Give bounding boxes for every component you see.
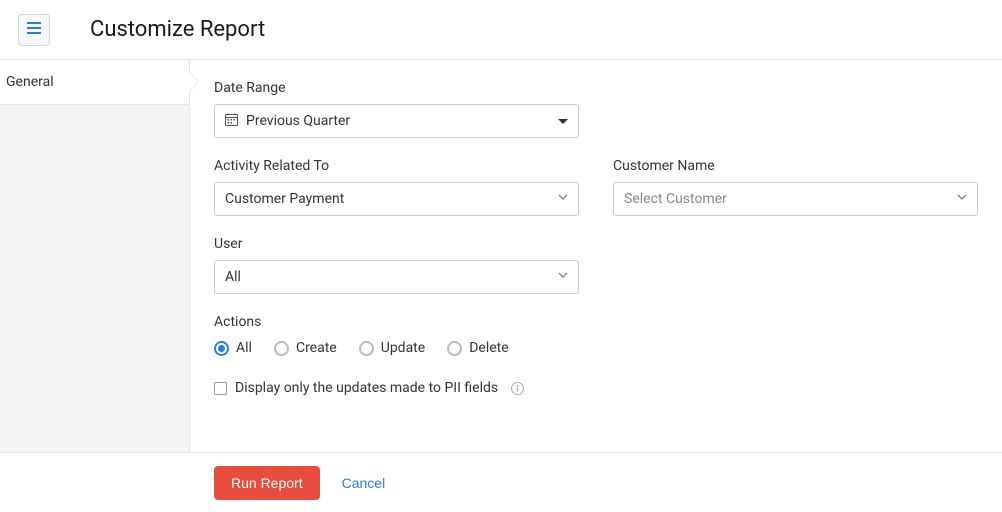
activity-label: Activity Related To <box>214 158 579 174</box>
calendar-icon <box>225 113 238 130</box>
chevron-down-icon <box>558 272 568 282</box>
field-date-range: Date Range Previous Quarter <box>214 80 579 138</box>
pii-checkbox-label: Display only the updates made to PII fie… <box>235 380 498 396</box>
run-report-button[interactable]: Run Report <box>214 466 320 500</box>
user-select[interactable]: All <box>214 260 579 294</box>
radio-action-update[interactable]: Update <box>359 340 425 356</box>
user-value: All <box>225 269 241 285</box>
field-activity-related-to: Activity Related To Customer Payment <box>214 158 579 216</box>
sidebar-tab-general[interactable]: General <box>0 60 189 105</box>
radio-action-all[interactable]: All <box>214 340 252 356</box>
activity-select[interactable]: Customer Payment <box>214 182 579 216</box>
form-main: Date Range Previous Quarter Activity Rel… <box>190 60 1002 452</box>
radio-label: Create <box>296 340 337 356</box>
page-header: Customize Report <box>0 0 1002 60</box>
date-range-label: Date Range <box>214 80 579 96</box>
field-user: User All <box>214 236 579 294</box>
actions-radio-group: All Create Update Delete <box>214 340 978 356</box>
radio-icon <box>447 341 462 356</box>
pii-checkbox-row[interactable]: Display only the updates made to PII fie… <box>214 380 978 396</box>
chevron-down-icon <box>558 194 568 204</box>
radio-label: All <box>236 340 252 356</box>
caret-down-icon <box>558 119 568 124</box>
activity-value: Customer Payment <box>225 191 344 207</box>
sidebar: General <box>0 60 190 452</box>
radio-label: Update <box>381 340 425 356</box>
actions-label: Actions <box>214 314 978 330</box>
radio-action-create[interactable]: Create <box>274 340 337 356</box>
body-area: General Date Range Previous Quarter <box>0 60 1002 452</box>
info-icon[interactable] <box>510 381 524 395</box>
date-range-value: Previous Quarter <box>246 113 350 129</box>
hamburger-icon <box>27 22 41 38</box>
radio-icon <box>214 341 229 356</box>
chevron-down-icon <box>957 194 967 204</box>
cancel-button[interactable]: Cancel <box>342 475 386 491</box>
sidebar-tab-label: General <box>6 74 54 90</box>
customer-name-placeholder: Select Customer <box>624 191 727 207</box>
field-customer-name: Customer Name Select Customer <box>613 158 978 216</box>
date-range-select[interactable]: Previous Quarter <box>214 104 579 138</box>
user-label: User <box>214 236 579 252</box>
customer-name-label: Customer Name <box>613 158 978 174</box>
checkbox-icon <box>214 382 227 395</box>
radio-label: Delete <box>469 340 508 356</box>
customer-name-select[interactable]: Select Customer <box>613 182 978 216</box>
hamburger-menu-button[interactable] <box>18 14 50 46</box>
radio-icon <box>274 341 289 356</box>
field-actions: Actions All Create Update Delete <box>214 314 978 356</box>
page-title: Customize Report <box>90 17 265 42</box>
radio-icon <box>359 341 374 356</box>
footer: Run Report Cancel <box>0 452 1002 512</box>
radio-action-delete[interactable]: Delete <box>447 340 508 356</box>
